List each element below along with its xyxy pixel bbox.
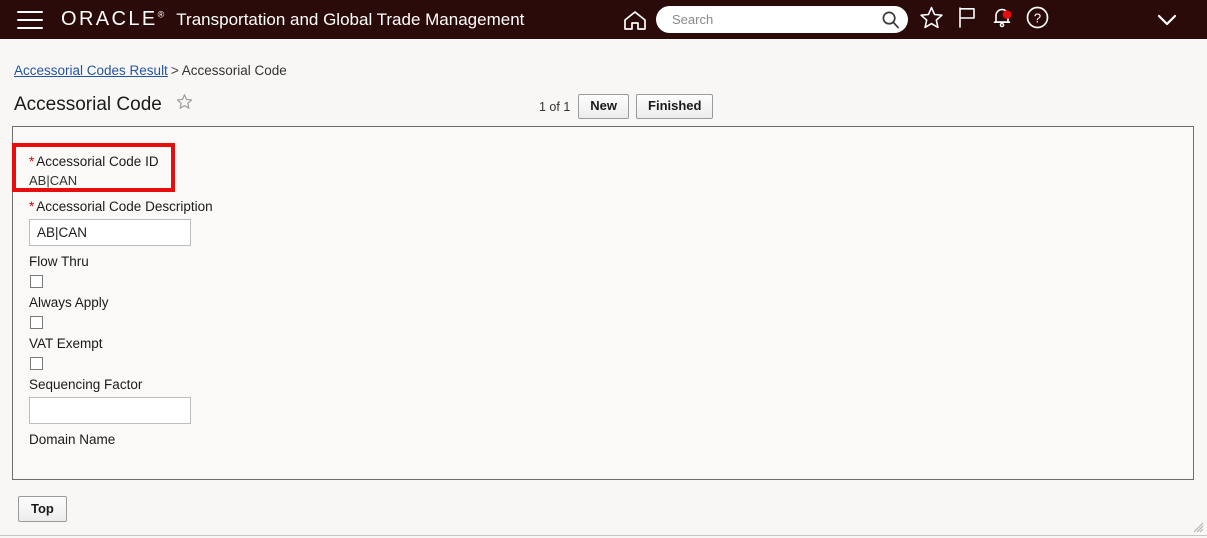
checkbox-vat-exempt[interactable] [30, 357, 43, 370]
label-always-apply: Always Apply [29, 295, 109, 310]
help-question-icon[interactable]: ? [1025, 5, 1050, 35]
label-vat-exempt: VAT Exempt [29, 336, 103, 351]
field-accessorial-code-description: *Accessorial Code Description [29, 199, 213, 246]
page-title: Accessorial Code [14, 94, 162, 116]
page-title-bar: Accessorial Code 1 of 1 New Finished [14, 93, 1194, 121]
new-button[interactable]: New [578, 94, 629, 119]
finished-button[interactable]: Finished [636, 94, 713, 119]
hamburger-bar-2 [17, 19, 43, 21]
search-box[interactable] [656, 6, 908, 33]
field-always-apply: Always Apply [29, 295, 109, 329]
breadcrumb: Accessorial Codes Result>Accessorial Cod… [14, 63, 287, 78]
top-button[interactable]: Top [18, 496, 67, 522]
oracle-wordmark: ORACLE [61, 8, 158, 30]
favorite-star-outline-icon[interactable] [176, 93, 193, 115]
breadcrumb-separator: > [171, 63, 179, 78]
search-icon[interactable] [881, 10, 900, 29]
label-text: Accessorial Code ID [36, 154, 158, 169]
footer-actions: Top [18, 496, 67, 522]
field-accessorial-code-id: *Accessorial Code ID AB|CAN [29, 154, 159, 188]
hamburger-menu-icon[interactable] [17, 11, 43, 29]
input-accessorial-code-description[interactable] [29, 219, 191, 246]
input-sequencing-factor[interactable] [29, 397, 191, 424]
checkbox-always-apply[interactable] [30, 316, 43, 329]
registered-mark: ® [158, 9, 165, 19]
checkbox-flow-thru[interactable] [30, 275, 43, 288]
home-icon[interactable] [620, 7, 650, 33]
notification-badge-dot [1003, 10, 1012, 19]
favorites-star-icon[interactable] [919, 5, 944, 35]
bookmark-flag-icon[interactable] [955, 5, 979, 35]
label-text: Accessorial Code Description [36, 199, 212, 214]
record-counter: 1 of 1 [539, 100, 570, 114]
required-asterisk: * [29, 199, 34, 214]
search-input[interactable] [670, 11, 881, 28]
svg-text:?: ? [1034, 10, 1041, 25]
field-vat-exempt: VAT Exempt [29, 336, 103, 370]
app-header: ORACLE® Transportation and Global Trade … [0, 0, 1207, 39]
page-actions: 1 of 1 New Finished [539, 94, 720, 119]
resize-grip-icon[interactable] [1190, 519, 1204, 533]
label-accessorial-code-description: *Accessorial Code Description [29, 199, 213, 214]
breadcrumb-link-accessorial-codes-result[interactable]: Accessorial Codes Result [14, 63, 168, 78]
field-flow-thru: Flow Thru [29, 254, 89, 288]
user-menu-chevron-down-icon[interactable] [1153, 0, 1181, 39]
notifications-bell-icon[interactable] [990, 5, 1014, 35]
app-title: Transportation and Global Trade Manageme… [176, 10, 524, 30]
header-toolbar: ? [620, 0, 1050, 39]
label-domain-name: Domain Name [29, 432, 115, 447]
oracle-logo: ORACLE® [61, 8, 168, 31]
label-accessorial-code-id: *Accessorial Code ID [29, 154, 159, 169]
hamburger-bar-1 [17, 11, 43, 13]
label-flow-thru: Flow Thru [29, 254, 89, 269]
label-sequencing-factor: Sequencing Factor [29, 377, 191, 392]
value-accessorial-code-id: AB|CAN [29, 173, 159, 188]
field-sequencing-factor: Sequencing Factor [29, 377, 191, 424]
accessorial-code-form-panel: *Accessorial Code ID AB|CAN *Accessorial… [12, 126, 1194, 480]
required-asterisk: * [29, 154, 34, 169]
field-domain-name: Domain Name [29, 432, 115, 447]
breadcrumb-current: Accessorial Code [182, 63, 287, 78]
hamburger-bar-3 [17, 27, 43, 29]
